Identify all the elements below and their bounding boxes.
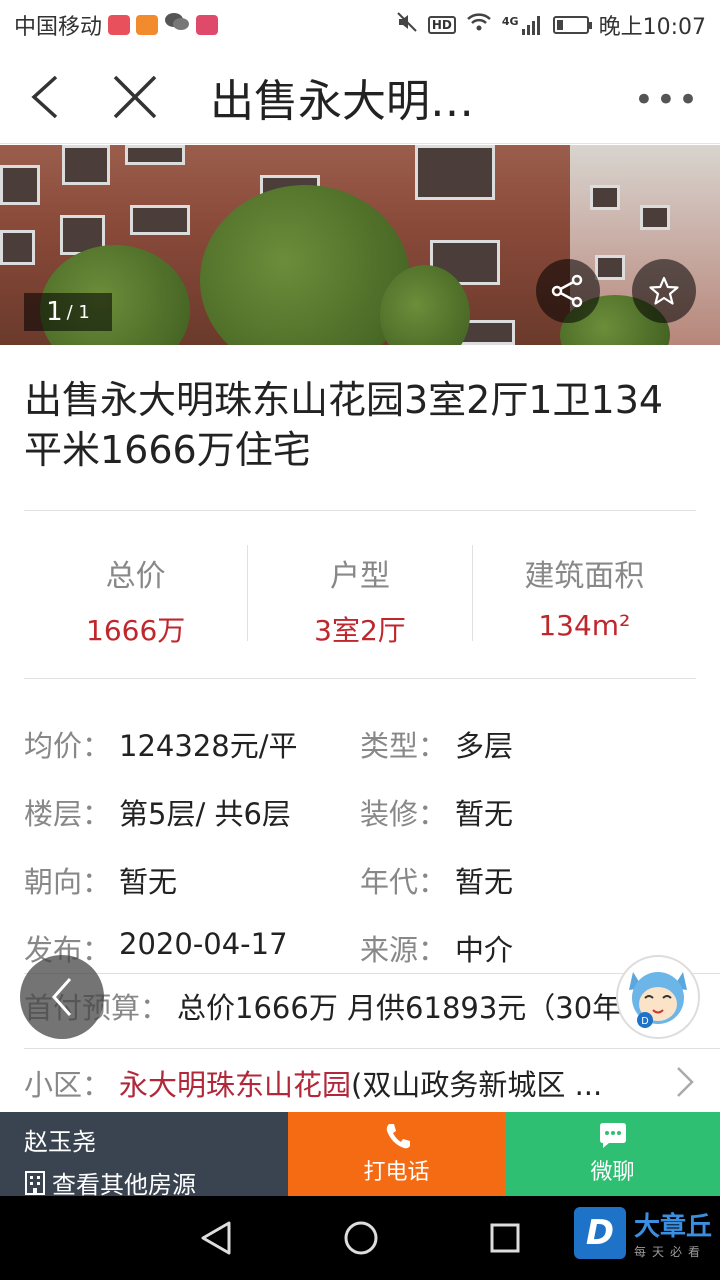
- signal-icon: 4G: [502, 15, 543, 35]
- nav-home-icon[interactable]: [343, 1220, 379, 1256]
- detail-floor: 楼层： 第5层/ 共6层: [24, 797, 291, 831]
- close-button[interactable]: [90, 50, 180, 144]
- more-button[interactable]: •••: [634, 80, 700, 120]
- share-button[interactable]: [536, 259, 600, 323]
- nav-back-icon[interactable]: [199, 1220, 233, 1256]
- chat-bubble-icon: [599, 1123, 626, 1148]
- price-summary: 总价 1666万 户型 3室2厅 建筑面积 134m²: [24, 545, 696, 647]
- close-icon: [113, 75, 157, 118]
- photo-pager: 1/ 1: [24, 293, 112, 331]
- nav-bar: 出售永大明… •••: [0, 50, 720, 144]
- mall-app-icon: [196, 15, 219, 35]
- divider: [24, 1048, 720, 1049]
- detail-avg-price: 均价： 124328元/平: [24, 729, 298, 763]
- listing-title: 出售永大明珠东山花园3室2厅1卫134平米1666万住宅: [24, 378, 664, 472]
- agent-panel[interactable]: 赵玉尧 查看其他房源: [0, 1112, 288, 1199]
- phone-icon: [386, 1124, 410, 1149]
- call-button[interactable]: 打电话: [288, 1112, 505, 1196]
- favorite-button[interactable]: [632, 259, 696, 323]
- detail-decoration: 装修： 暂无: [360, 797, 514, 831]
- divider: [24, 678, 696, 679]
- wifi-icon: [466, 12, 492, 38]
- mute-icon: [396, 11, 418, 39]
- detail-year: 年代： 暂无: [360, 865, 514, 899]
- nav-recents-icon[interactable]: [489, 1222, 521, 1254]
- wechat-icon: [164, 11, 190, 39]
- floating-back-button[interactable]: [20, 955, 104, 1039]
- mascot-icon: D: [629, 972, 687, 1028]
- hd-badge: HD: [427, 16, 456, 34]
- property-details: 均价： 124328元/平 类型： 多层 楼层： 第5层/ 共6层 装修： 暂无 朝向：…: [24, 710, 696, 982]
- page-title: 出售永大明…: [210, 75, 474, 127]
- video-app-icon: [136, 15, 159, 35]
- bottom-action-bar: 赵玉尧 查看其他房源 打电话 微聊: [0, 1112, 720, 1199]
- detail-orientation: 朝向： 暂无: [24, 865, 178, 899]
- svg-text:D: D: [641, 1016, 648, 1027]
- star-icon: [649, 276, 679, 305]
- agent-name: 赵玉尧: [24, 1128, 96, 1156]
- watermark-d-icon: D: [573, 1207, 626, 1259]
- status-bar: 中国移动 HD 4G 晚上10:07: [0, 0, 720, 50]
- divider: [24, 973, 720, 974]
- summary-layout: 户型 3室2厅: [248, 545, 473, 647]
- detail-type: 类型： 多层: [360, 729, 514, 763]
- summary-area: 建筑面积 134m²: [524, 559, 645, 642]
- community-row[interactable]: 小区： 永大明珠东山花园 (双山政务新城区 ...: [24, 1062, 696, 1104]
- chevron-left-icon: [31, 75, 58, 118]
- chat-button[interactable]: 微聊: [505, 1112, 720, 1196]
- other-listings-link[interactable]: 查看其他房源: [24, 1165, 288, 1200]
- huawei-app-icon: [108, 15, 131, 35]
- summary-total-price: 总价 1666万: [24, 545, 249, 647]
- carrier-label: 中国移动: [14, 15, 103, 40]
- battery-icon: [552, 16, 592, 34]
- watermark-logo: D 大章丘 每天必看: [573, 1206, 712, 1260]
- mascot-assistant-button[interactable]: D: [616, 955, 700, 1039]
- share-icon: [551, 274, 583, 308]
- community-link[interactable]: 永大明珠东山花园: [119, 1062, 351, 1104]
- building-icon: [25, 1170, 45, 1195]
- divider: [24, 510, 696, 511]
- chevron-right-icon: [677, 1067, 694, 1097]
- chevron-left-icon: [51, 978, 72, 1016]
- back-button[interactable]: [0, 50, 90, 144]
- clock: 晚上10:07: [598, 15, 706, 40]
